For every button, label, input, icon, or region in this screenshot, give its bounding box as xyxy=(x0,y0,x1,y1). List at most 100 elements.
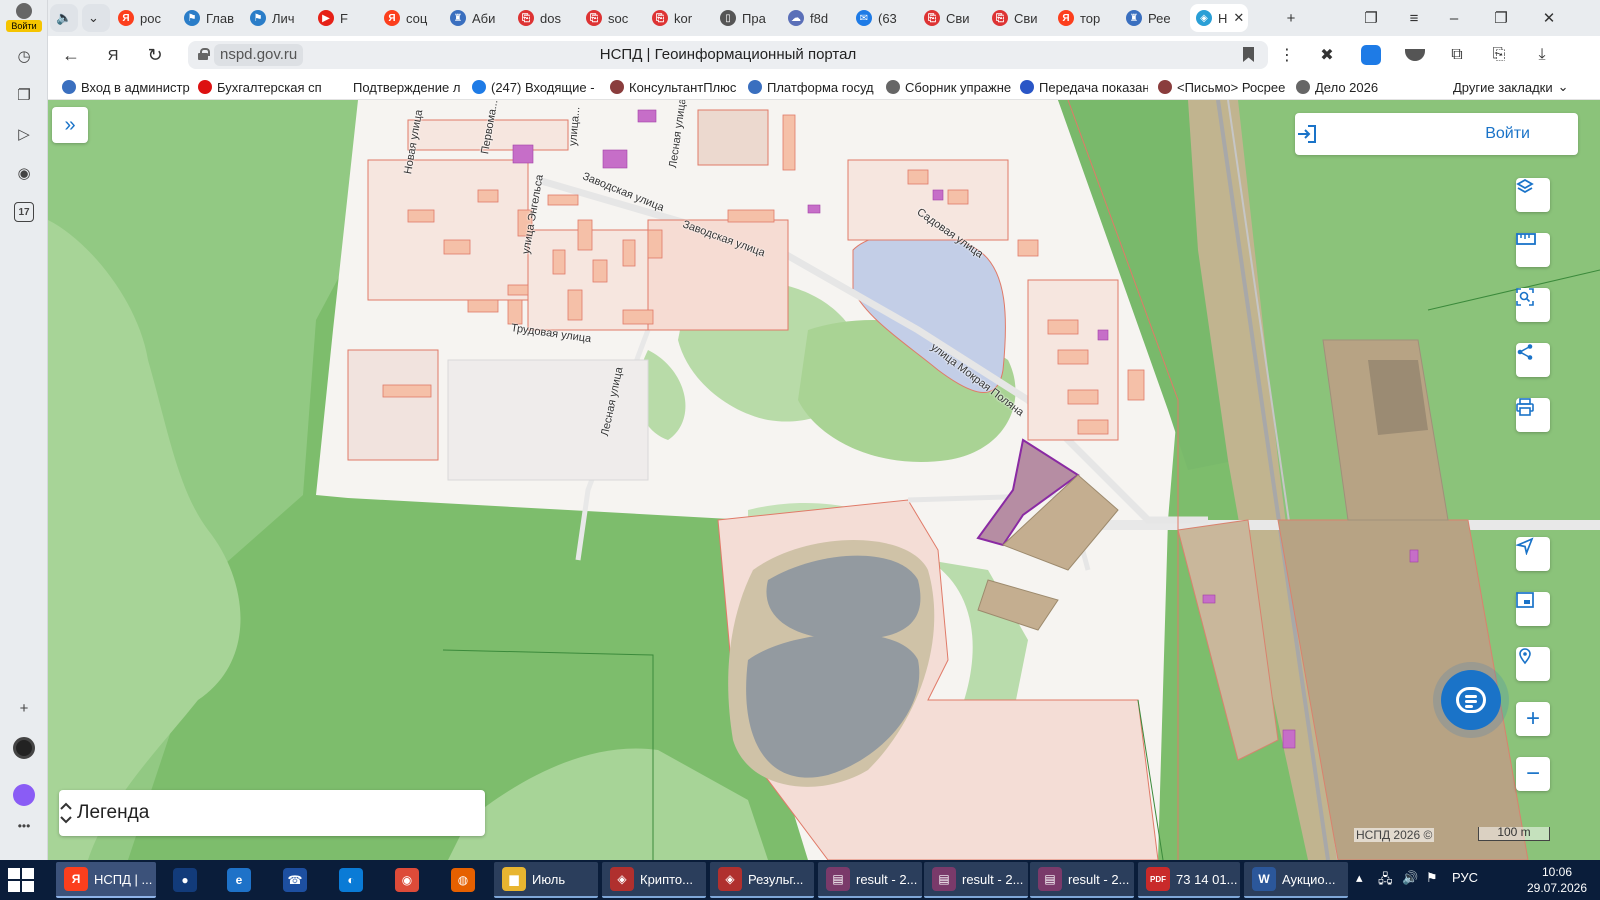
assistant-icon[interactable] xyxy=(12,783,36,807)
bookmark-item[interactable]: Дело 2026 xyxy=(1296,77,1396,97)
expand-panel-button[interactable]: » xyxy=(52,107,88,143)
bookmark-item[interactable]: Платформа госуд xyxy=(748,77,876,97)
kaspersky-icon[interactable]: ✖ xyxy=(1314,43,1340,67)
yandex-icon[interactable]: Я xyxy=(100,43,126,67)
browser-tab[interactable]: ◈ Н ✕ xyxy=(1190,4,1248,32)
taskbar-app-button[interactable]: ◍ xyxy=(438,862,488,898)
locate-button[interactable] xyxy=(1516,537,1550,571)
browser-tab[interactable]: ⎘ kor xyxy=(646,4,708,32)
bookmark-label: Платформа госуд xyxy=(767,79,874,95)
chat-button[interactable] xyxy=(1441,670,1501,730)
ruler-button[interactable] xyxy=(1516,233,1550,267)
close-window-button[interactable]: ✕ xyxy=(1536,6,1562,30)
login-button[interactable]: Войти xyxy=(1295,113,1578,155)
browser-tab[interactable]: ⚑ Глав xyxy=(178,4,240,32)
download-icon[interactable]: ⤓ xyxy=(1529,43,1555,67)
bookmark-item[interactable]: (247) Входящие - xyxy=(472,77,600,97)
taskbar-app-button[interactable]: ▤ result - 2... xyxy=(924,862,1028,898)
alice-icon[interactable] xyxy=(12,736,36,760)
volume-icon[interactable]: 🔊 xyxy=(1402,870,1418,886)
tab-audio[interactable]: 🔈 xyxy=(50,4,78,32)
shield-icon[interactable] xyxy=(1402,43,1428,67)
browser-tab[interactable]: ✉ (63 xyxy=(850,4,912,32)
collections-bar-icon[interactable]: ⎘ xyxy=(1486,43,1512,67)
map-canvas[interactable]: Новая улица Первома... улица... Лесная улиц… xyxy=(48,100,1600,860)
taskbar-app-button[interactable]: ● xyxy=(160,862,210,898)
taskbar-app-button[interactable]: Я НСПД | ... xyxy=(56,862,156,898)
language-indicator[interactable]: РУС xyxy=(1452,870,1478,885)
browser-tab[interactable]: Ясоц xyxy=(378,4,440,32)
browser-tab[interactable]: ♜ Рее xyxy=(1120,4,1182,32)
bookmark-item[interactable]: <Письмо> Росрее xyxy=(1158,77,1286,97)
taskbar-app-button[interactable]: ▤ result - 2... xyxy=(818,862,922,898)
url-field[interactable]: nspd.gov.ru НСПД | Геоинформационный пор… xyxy=(188,41,1268,69)
tab-favicon-icon: ▯ xyxy=(720,10,736,26)
zoom-out-button[interactable]: − xyxy=(1516,757,1550,791)
browser-tab[interactable]: ☁ f8d xyxy=(782,4,844,32)
add-panel-icon[interactable]: + xyxy=(12,696,36,720)
reload-button[interactable]: ↻ xyxy=(142,43,168,67)
browser-tab[interactable]: ⎘ soc xyxy=(580,4,642,32)
bookmark-item[interactable]: Подтверждение л xyxy=(334,77,462,97)
taskbar-app-label: Крипто... xyxy=(640,871,693,887)
tab-list-button[interactable]: ⌄ xyxy=(82,4,110,32)
taskbar-app-button[interactable]: ◉ xyxy=(382,862,432,898)
print-button[interactable] xyxy=(1516,398,1550,432)
browser-tab[interactable]: Ятор xyxy=(1052,4,1114,32)
browser-tab[interactable]: Ярос xyxy=(112,4,174,32)
back-button[interactable]: ← xyxy=(58,43,84,67)
taskbar-app-button[interactable]: ☎ xyxy=(270,862,320,898)
bookmark-item[interactable]: Передача показан xyxy=(1020,77,1148,97)
taskbar-app-button[interactable]: ◈ Крипто... xyxy=(602,862,706,898)
taskbar-app-button[interactable]: W Аукцио... xyxy=(1244,862,1348,898)
geo-pin-button[interactable] xyxy=(1516,647,1550,681)
video-icon[interactable]: ▷ xyxy=(12,122,36,146)
taskbar-app-button[interactable]: e xyxy=(214,862,264,898)
browser-tab[interactable]: ▯ Пра xyxy=(714,4,776,32)
more-vertical-icon[interactable]: ⋮ xyxy=(1274,43,1300,67)
browser-tab[interactable]: ⎘ dos xyxy=(512,4,574,32)
menu-icon[interactable]: ≡ xyxy=(1401,6,1427,30)
bookmark-item[interactable]: Сборник упражне xyxy=(886,77,1014,97)
taskbar-app-button[interactable]: PDF 73 14 01... xyxy=(1138,862,1240,898)
close-tab-icon[interactable]: ✕ xyxy=(1233,10,1244,26)
share-button[interactable] xyxy=(1516,343,1550,377)
layers-button[interactable] xyxy=(1516,178,1550,212)
legend-panel[interactable]: Легенда xyxy=(59,790,485,836)
bookmark-item[interactable]: Вход в администр xyxy=(62,77,190,97)
taskbar-app-icon: W xyxy=(1252,867,1276,891)
start-button[interactable] xyxy=(8,868,34,892)
scale-bar: 100 m xyxy=(1478,826,1550,841)
screenshot-icon[interactable]: ◉ xyxy=(12,161,36,185)
taskbar-app-button[interactable]: ▤ result - 2... xyxy=(1030,862,1134,898)
bookmark-item[interactable]: Бухгалтерская сп xyxy=(198,77,326,97)
calendar-icon[interactable]: 17 xyxy=(14,202,34,222)
restore-button[interactable]: ❐ xyxy=(1488,6,1514,30)
browser-tab[interactable]: ▶ F xyxy=(312,4,374,32)
zoom-in-button[interactable]: + xyxy=(1516,702,1550,736)
browser-tab[interactable]: ⎘ Сви xyxy=(986,4,1048,32)
flag-icon[interactable]: ⚑ xyxy=(1426,870,1438,886)
browser-tab[interactable]: ⚑ Лич xyxy=(244,4,306,32)
browser-tab[interactable]: ⎘ Сви xyxy=(918,4,980,32)
extensions-icon[interactable]: ⧉ xyxy=(1444,43,1470,67)
profile-avatar[interactable]: Войти xyxy=(6,3,42,35)
bookmark-item[interactable]: КонсультантПлюс xyxy=(610,77,738,97)
minimap-button[interactable] xyxy=(1516,592,1550,626)
tray-overflow-icon[interactable]: ▴ xyxy=(1356,870,1363,886)
network-icon[interactable]: 🖧 xyxy=(1378,870,1393,892)
area-search-button[interactable] xyxy=(1516,288,1550,322)
taskbar-app-button[interactable]: ▆ Июль xyxy=(494,862,598,898)
more-icon[interactable]: ••• xyxy=(12,814,36,838)
tab-menu-icon[interactable]: ❐ xyxy=(1358,6,1384,30)
taskbar-app-button[interactable]: ◈ Резульг... xyxy=(710,862,814,898)
other-bookmarks[interactable]: Другие закладки ⌄ xyxy=(1453,77,1569,97)
new-tab-button[interactable]: + xyxy=(1278,6,1304,30)
browser-tab[interactable]: ♜ Аби xyxy=(444,4,506,32)
yandex-extension-icon[interactable] xyxy=(1358,43,1384,67)
system-clock[interactable]: 10:06 29.07.2026 xyxy=(1522,864,1592,896)
minimize-button[interactable]: – xyxy=(1441,6,1467,30)
taskbar-app-button[interactable]: ◐ xyxy=(326,862,376,898)
history-icon[interactable]: ◷ xyxy=(12,44,36,68)
collections-icon[interactable]: ❐ xyxy=(12,83,36,107)
